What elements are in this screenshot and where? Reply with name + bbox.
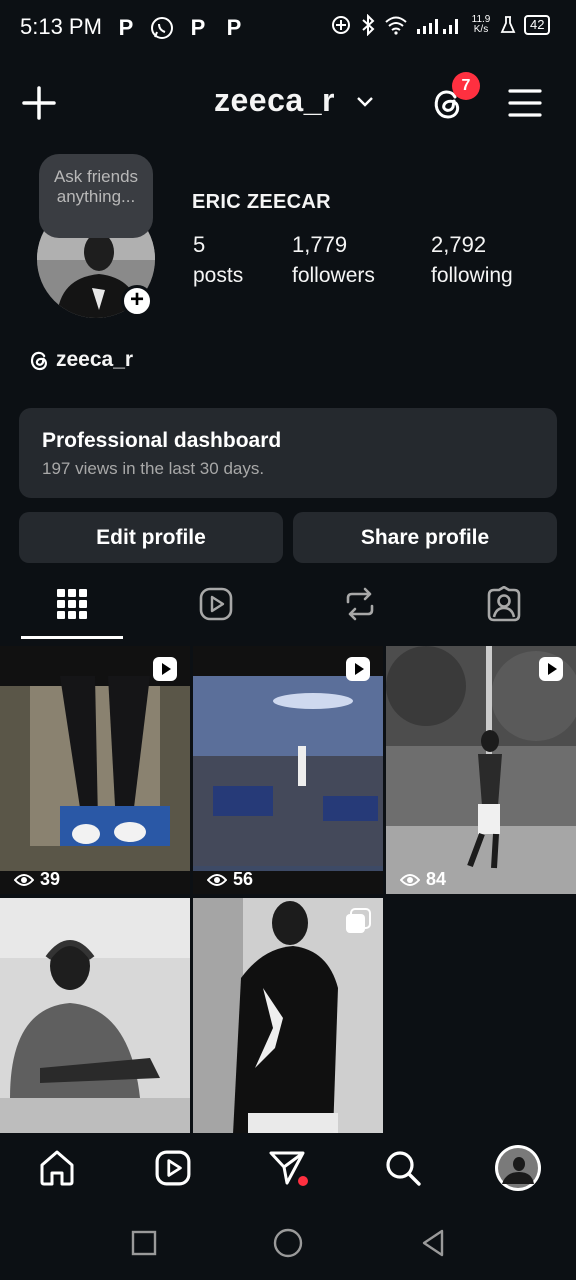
active-tab-indicator — [21, 636, 123, 639]
create-icon[interactable] — [22, 86, 56, 120]
view-count: 39 — [14, 869, 60, 890]
battery-indicator: 42 — [524, 15, 551, 35]
p-app-icon: P — [118, 15, 134, 40]
recents-icon[interactable] — [131, 1230, 157, 1256]
dashboard-title: Professional dashboard — [42, 429, 282, 452]
search-icon — [384, 1149, 422, 1187]
posts-label: posts — [193, 264, 244, 287]
view-count-value: 39 — [40, 869, 61, 889]
following-stat[interactable]: 2,792 following — [431, 232, 513, 288]
tab-reels[interactable] — [144, 572, 288, 636]
status-app-icons: P P P — [114, 15, 246, 41]
reel-indicator-icon — [152, 656, 178, 682]
view-count-value: 84 — [426, 869, 447, 889]
followers-stat[interactable]: 1,779 followers — [292, 232, 375, 288]
notification-badge: 7 — [452, 72, 480, 100]
profile-tabs — [0, 572, 576, 642]
view-count-value: 56 — [233, 869, 254, 889]
threads-profile-link[interactable]: zeeca_r — [28, 348, 133, 372]
nav-direct[interactable] — [253, 1133, 323, 1203]
tab-reposts[interactable] — [288, 572, 432, 636]
tab-grid[interactable] — [0, 572, 144, 636]
menu-icon[interactable] — [508, 88, 542, 118]
tab-tagged[interactable] — [432, 572, 576, 636]
threads-icon — [28, 349, 50, 371]
reel-indicator-icon — [345, 656, 371, 682]
bluetooth-icon — [360, 14, 376, 36]
signal-icon — [416, 15, 462, 35]
wifi-icon — [384, 15, 408, 35]
following-label: following — [431, 264, 513, 287]
chevron-down-icon[interactable] — [356, 96, 374, 108]
grid-post[interactable]: 84 — [386, 646, 576, 894]
data-saver-icon — [330, 14, 352, 36]
threads-handle-text: zeeca_r — [56, 348, 134, 371]
display-name: ERIC ZEECAR — [192, 191, 331, 213]
edit-profile-button[interactable]: Edit profile — [19, 512, 283, 563]
p-app-icon: P — [190, 15, 206, 40]
view-count: 56 — [207, 869, 253, 890]
profile-avatar-small — [494, 1144, 542, 1192]
username: zeeca_r — [214, 82, 335, 118]
following-count: 2,792 — [431, 232, 487, 257]
dashboard-subtitle: 197 views in the last 30 days. — [42, 459, 265, 478]
tagged-icon — [486, 586, 522, 622]
net-speed: 11.9 K/s — [471, 14, 491, 35]
home-circle-icon[interactable] — [273, 1228, 303, 1258]
status-right-icons: 11.9 K/s 42 — [330, 14, 551, 36]
eye-icon — [400, 873, 420, 887]
nav-reels[interactable] — [138, 1133, 208, 1203]
status-bar: 5:13 PM P P P 11.9 K/s 42 — [0, 0, 576, 60]
followers-count: 1,779 — [292, 232, 348, 257]
note-text: Ask friends anything... — [53, 167, 139, 206]
note-bubble[interactable]: Ask friends anything... — [39, 154, 153, 238]
whatsapp-icon — [150, 16, 174, 40]
status-time: 5:13 PM — [20, 14, 102, 39]
reel-indicator-icon — [538, 656, 564, 682]
flask-icon — [500, 15, 516, 35]
followers-label: followers — [292, 264, 375, 287]
reels-icon — [199, 587, 233, 621]
reposts-icon — [344, 587, 376, 621]
p-app-icon: P — [226, 15, 242, 40]
grid-post[interactable]: 56 — [193, 646, 383, 894]
account-switcher[interactable]: zeeca_r — [214, 82, 335, 119]
carousel-indicator-icon — [345, 908, 371, 934]
posts-stat[interactable]: 5 posts — [193, 232, 243, 288]
reels-icon — [155, 1150, 191, 1186]
direct-message-icon — [268, 1150, 308, 1186]
add-story-button[interactable]: + — [121, 285, 153, 317]
professional-dashboard[interactable]: Professional dashboard 197 views in the … — [19, 408, 557, 498]
posts-count: 5 — [193, 232, 206, 257]
share-profile-button[interactable]: Share profile — [293, 512, 557, 563]
grid-post[interactable] — [193, 898, 383, 1134]
eye-icon — [14, 873, 34, 887]
bottom-nav — [0, 1133, 576, 1203]
grid-post[interactable]: 39 — [0, 646, 190, 894]
back-icon[interactable] — [420, 1228, 446, 1258]
nav-search[interactable] — [368, 1133, 438, 1203]
view-count: 84 — [400, 869, 446, 890]
nav-home[interactable] — [22, 1133, 92, 1203]
nav-profile[interactable] — [483, 1133, 553, 1203]
grid-icon — [57, 589, 87, 619]
eye-icon — [207, 873, 227, 887]
system-navigation-bar — [0, 1203, 576, 1280]
home-icon — [38, 1149, 76, 1187]
grid-post[interactable] — [0, 898, 190, 1134]
